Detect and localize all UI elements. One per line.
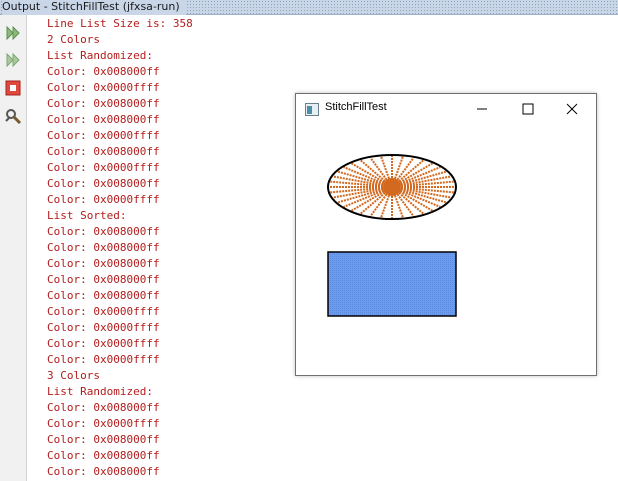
- console-output: Line List Size is: 358 2 Colors List Rando…: [47, 16, 193, 480]
- console-line: Color: 0x0000ffff: [47, 193, 160, 206]
- console-line: Color: 0x008000ff: [47, 97, 160, 110]
- output-toolbar: [0, 15, 27, 481]
- settings-button[interactable]: [3, 106, 23, 125]
- console-line: Color: 0x008000ff: [47, 65, 160, 78]
- window-title-bar[interactable]: StitchFillTest: [296, 94, 596, 124]
- console-line: Color: 0x0000ffff: [47, 129, 160, 142]
- console-line: Color: 0x008000ff: [47, 145, 160, 158]
- console-line: List Sorted:: [47, 209, 127, 222]
- console-line: Color: 0x008000ff: [47, 465, 160, 478]
- console-line: Color: 0x008000ff: [47, 241, 160, 254]
- console-line: List Randomized:: [47, 49, 153, 62]
- console-line: Color: 0x008000ff: [47, 433, 160, 446]
- console-line: Color: 0x0000ffff: [47, 353, 160, 366]
- console-line: Color: 0x0000ffff: [47, 81, 160, 94]
- scene-canvas: [327, 154, 457, 317]
- console-line: Color: 0x0000ffff: [47, 161, 160, 174]
- console-line: Color: 0x0000ffff: [47, 321, 160, 334]
- stop-icon: [5, 80, 21, 96]
- stop-button[interactable]: [3, 79, 23, 97]
- console-line: Color: 0x008000ff: [47, 449, 160, 462]
- window-title: StitchFillTest: [325, 101, 387, 113]
- console-line: Color: 0x008000ff: [47, 401, 160, 414]
- console-line: 2 Colors: [47, 33, 100, 46]
- close-icon: [566, 103, 578, 115]
- output-title-bar: Output - StitchFillTest (jfxsa-run): [0, 0, 618, 15]
- minimize-button[interactable]: [460, 96, 504, 122]
- maximize-icon: [522, 103, 534, 115]
- output-title: Output - StitchFillTest (jfxsa-run): [2, 0, 186, 15]
- ellipse-hub: [383, 178, 401, 196]
- close-button[interactable]: [550, 96, 594, 122]
- console-line: Line List Size is: 358: [47, 17, 193, 30]
- console-line: Color: 0x008000ff: [47, 273, 160, 286]
- rerun-icon: [6, 25, 20, 41]
- console-line: Color: 0x008000ff: [47, 257, 160, 270]
- rerun-with-options-button[interactable]: [3, 51, 23, 69]
- console-line: Color: 0x008000ff: [47, 113, 160, 126]
- settings-icon: [5, 109, 22, 125]
- console-line: Color: 0x008000ff: [47, 225, 160, 238]
- minimize-icon: [477, 108, 487, 110]
- console-line: Color: 0x008000ff: [47, 177, 160, 190]
- console-line: Color: 0x0000ffff: [47, 337, 160, 350]
- stitched-rectangle: [327, 251, 457, 317]
- maximize-button[interactable]: [506, 96, 550, 122]
- rerun-button[interactable]: [3, 24, 23, 42]
- app-icon: [305, 101, 319, 116]
- rerun-with-options-icon: [6, 52, 20, 68]
- stitch-fill-test-window: StitchFillTest: [295, 93, 597, 376]
- console-line: Color: 0x008000ff: [47, 289, 160, 302]
- console-line: Color: 0x0000ffff: [47, 417, 160, 430]
- console-line: Color: 0x0000ffff: [47, 305, 160, 318]
- console-line: 3 Colors: [47, 369, 100, 382]
- console-line: List Randomized:: [47, 385, 153, 398]
